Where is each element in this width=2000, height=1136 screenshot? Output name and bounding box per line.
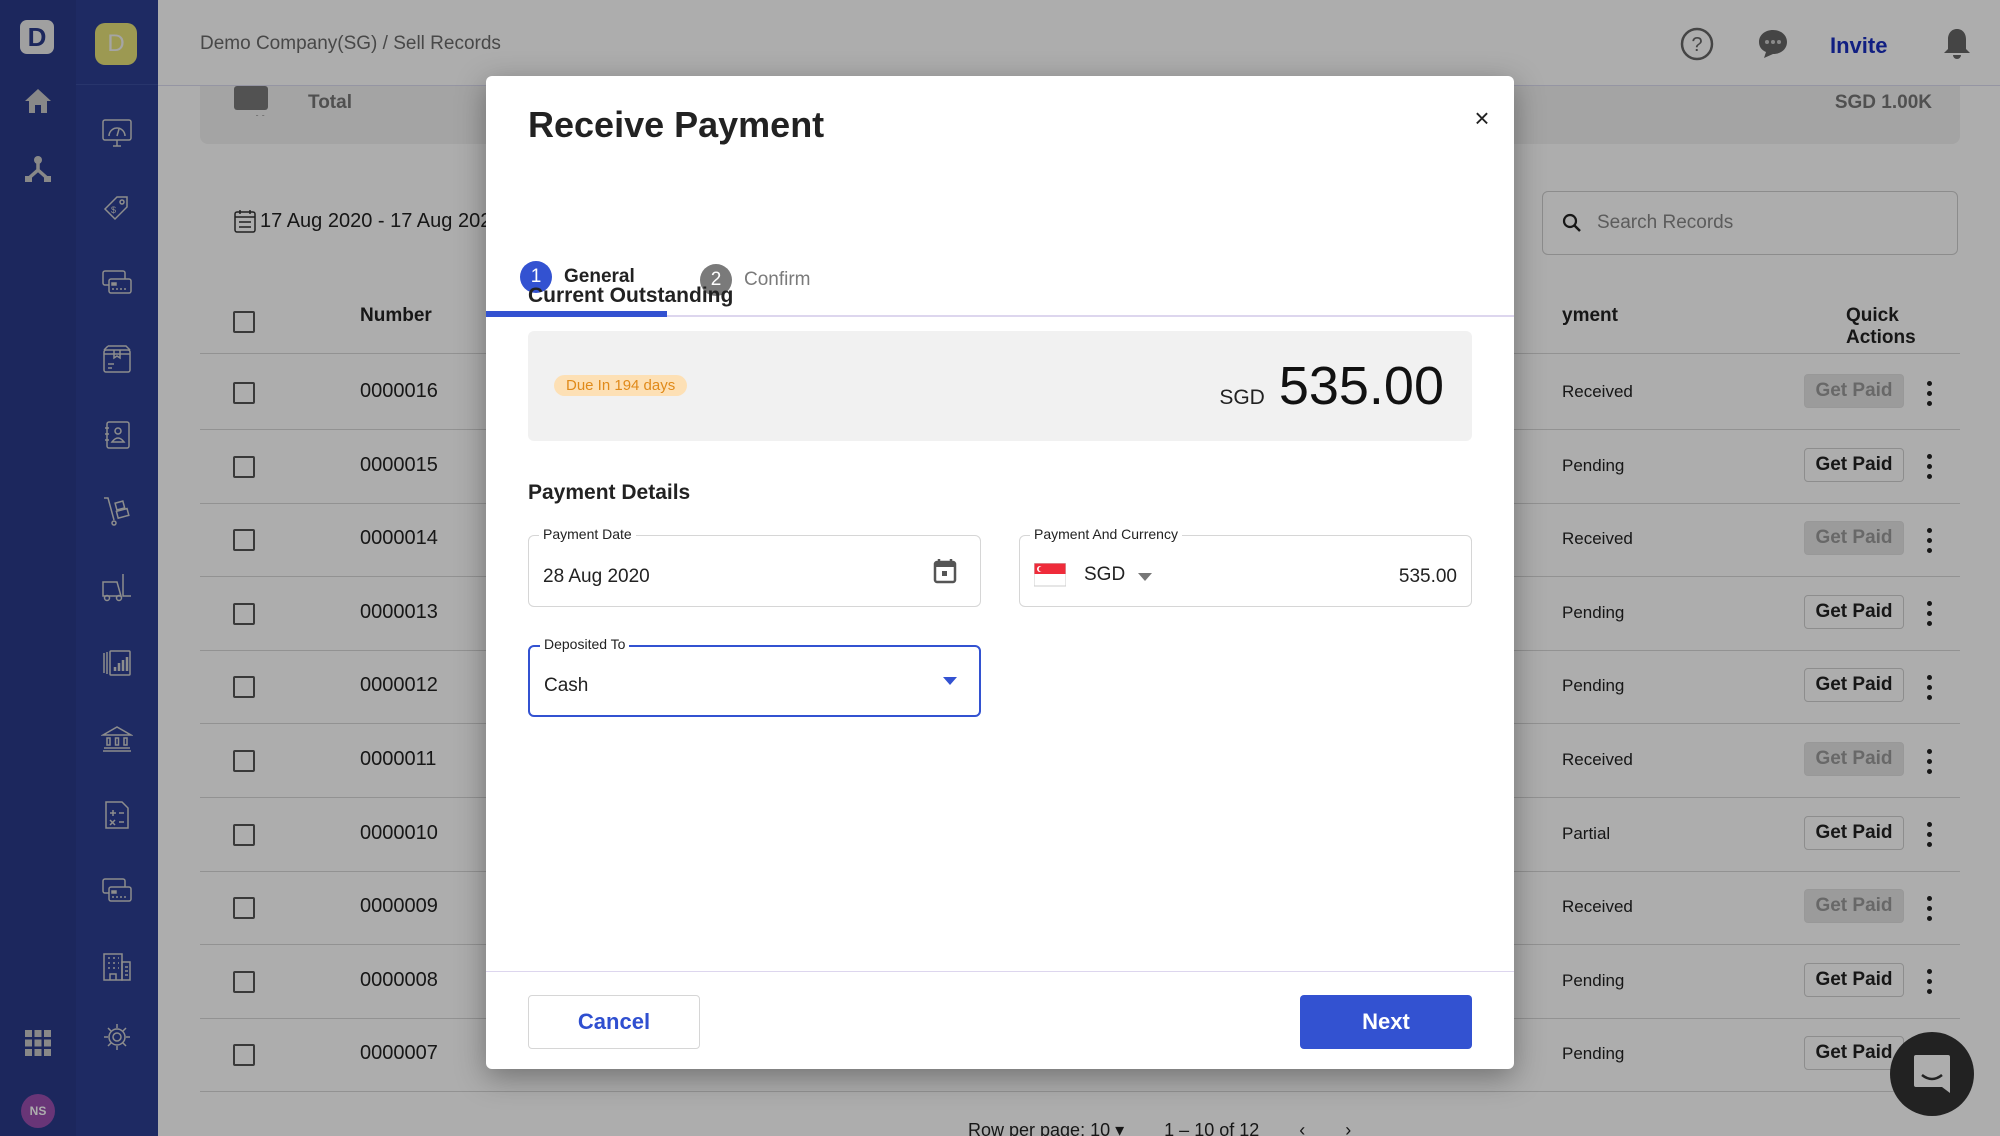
next-button[interactable]: Next — [1300, 995, 1472, 1049]
payment-date-field[interactable]: Payment Date 28 Aug 2020 — [528, 526, 981, 607]
outstanding-amount: SGD 535.00 — [1219, 355, 1444, 417]
calendar-icon[interactable] — [933, 558, 957, 584]
singapore-flag-icon — [1034, 563, 1066, 587]
deposited-to-value: Cash — [544, 675, 589, 696]
cancel-button[interactable]: Cancel — [528, 995, 700, 1049]
deposited-to-label: Deposited To — [540, 636, 630, 652]
payment-currency-label: Payment And Currency — [1030, 526, 1182, 542]
currency-select[interactable]: SGD — [1084, 564, 1125, 586]
receive-payment-dialog: Receive Payment × 1 General 2 Confirm Cu… — [486, 76, 1514, 1069]
chevron-down-icon[interactable] — [943, 677, 957, 685]
payment-date-label: Payment Date — [539, 526, 636, 542]
close-icon[interactable]: × — [1468, 104, 1496, 132]
payment-currency-field[interactable]: Payment And Currency SGD 535.00 — [1019, 526, 1472, 607]
step-label: Confirm — [744, 269, 811, 290]
dialog-title: Receive Payment — [528, 104, 825, 145]
current-outstanding-title: Current Outstanding — [528, 284, 734, 307]
active-step-indicator — [486, 311, 667, 317]
due-badge: Due In 194 days — [554, 375, 688, 396]
footer-divider — [486, 971, 1514, 972]
deposited-to-select[interactable]: Deposited To Cash — [528, 636, 981, 717]
outstanding-card: Due In 194 days SGD 535.00 — [528, 331, 1472, 441]
outstanding-currency: SGD — [1219, 386, 1265, 409]
payment-details-title: Payment Details — [528, 481, 691, 504]
payment-date-value: 28 Aug 2020 — [543, 566, 650, 587]
chevron-down-icon[interactable] — [1138, 573, 1152, 581]
outstanding-value: 535.00 — [1278, 356, 1444, 416]
payment-amount-input[interactable]: 535.00 — [1399, 566, 1457, 588]
